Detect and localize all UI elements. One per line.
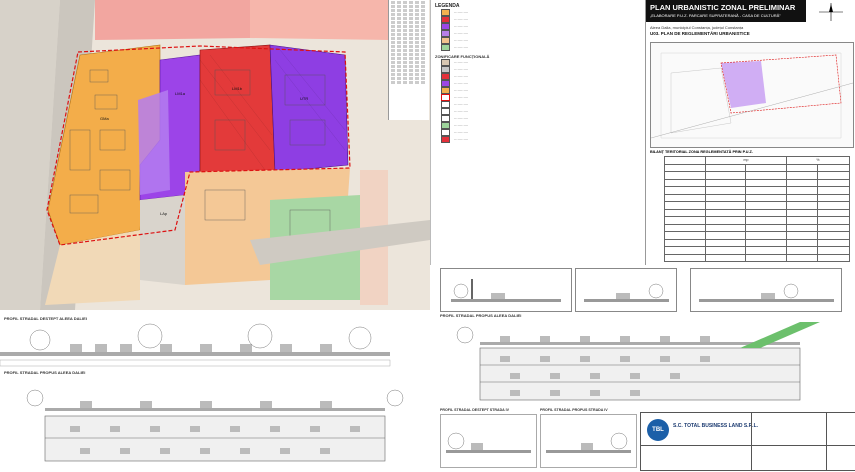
profile-small-2 [575, 268, 677, 312]
legend-item: ············ [441, 59, 642, 66]
legend-item: ············ [441, 115, 642, 122]
profile-drawing-3 [440, 320, 840, 405]
urban-plan-map[interactable]: LM1a LM1b UTR GMa LAp [0, 0, 430, 310]
bilant-table: mp% [664, 156, 851, 262]
swatch-icon [441, 9, 450, 16]
purple-right-zone [269, 44, 349, 173]
drawing-title: U03. PLAN DE REGLEMENTĂRI URBANISTICE [650, 31, 750, 36]
legend-item: ············ [441, 108, 642, 115]
title-panel: PLAN URBANISTIC ZONAL PRELIMINAR „ELABOR… [645, 0, 855, 265]
profile-label-1: PROFIL STRADAL DESTEPT ALEEA DALIEI [4, 316, 87, 321]
legend-item: ············ [441, 73, 642, 80]
profile-drawing-5 [540, 414, 637, 468]
profile-small-1 [440, 268, 572, 312]
legend-item: ············ [441, 101, 642, 108]
legend-item: ············ [441, 23, 642, 30]
profile-drawing-2 [0, 376, 430, 466]
legend-item: ············ [441, 129, 642, 136]
profile-label-5: PROFIL STRADAL PROPUS STRADA IV [540, 408, 608, 412]
legend-item: ············ [441, 37, 642, 44]
legend-panel: LEGENDA ············ ············ ······… [430, 0, 646, 265]
legend-item: ············ [441, 9, 642, 16]
cartouche: TBL S.C. TOTAL BUSINESS LAND S.R.L. [640, 412, 855, 471]
profile-small-3 [690, 268, 842, 312]
table-row [664, 216, 850, 225]
parcel-list-strip [388, 0, 429, 120]
legend-item: ············ [441, 87, 642, 94]
red-zone [199, 44, 276, 173]
map-label-3: UTR [300, 96, 308, 101]
table-row [664, 223, 850, 232]
map-label-2: LM1b [232, 86, 243, 91]
table-row [664, 253, 850, 262]
legend-item: ············ [441, 122, 642, 129]
table-row [664, 171, 850, 180]
legend-item: ············ [441, 30, 642, 37]
table-row: mp% [664, 156, 851, 165]
swatch-icon [441, 16, 450, 23]
key-map [650, 42, 854, 148]
legend-item: ············ [441, 16, 642, 23]
legend-item: ············ [441, 94, 642, 101]
swatch-icon [441, 23, 450, 30]
legend-item: ············ [441, 44, 642, 51]
legend-item: ············ [441, 136, 642, 143]
legend-item: ············ [441, 80, 642, 87]
plan-subtitle: „ELABORARE P.U.Z. PARCARE SUPRATERANĂ - … [650, 13, 781, 18]
plan-title: PLAN URBANISTIC ZONAL PRELIMINAR [650, 3, 796, 12]
swatch-icon [441, 30, 450, 37]
swatch-icon [441, 37, 450, 44]
bilant-heading: BILANȚ TERITORIAL ZONA REGLEMENTATĂ PRIN… [650, 150, 753, 154]
lilac-zone [138, 90, 170, 195]
swatch-icon [441, 44, 450, 51]
table-row [664, 193, 850, 202]
profile-label-2: PROFIL STRADAL PROPUS ALEEA DALIEI [4, 370, 86, 375]
table-row [664, 231, 850, 240]
profile-drawing-4 [440, 414, 537, 468]
table-row [664, 246, 850, 255]
profile-label-4: PROFIL STRADAL DESTEPT STRADA IV [440, 408, 510, 412]
table-row [664, 163, 850, 172]
plan-location: Aleea Dalia, municipiul Constanța, județ… [650, 25, 744, 30]
profile-label-3: PROFIL STRADAL PROPUS ALEEA DALIEI [440, 313, 522, 318]
table-row [664, 238, 850, 247]
map-label-5: LAp [160, 211, 168, 216]
map-panel[interactable]: LM1a LM1b UTR GMa LAp [0, 0, 430, 310]
company-name: S.C. TOTAL BUSINESS LAND S.R.L. [673, 423, 759, 429]
compass-rose-icon [816, 2, 846, 22]
legend-item: ············ [441, 66, 642, 73]
map-label-4: GMa [100, 116, 109, 121]
profile-drawing-1 [0, 322, 430, 367]
map-label-1: LM1a [175, 91, 186, 96]
table-row [664, 201, 850, 210]
table-row [664, 178, 850, 187]
company-logo: TBL [647, 419, 669, 441]
table-row [664, 208, 850, 217]
table-row [664, 186, 850, 195]
